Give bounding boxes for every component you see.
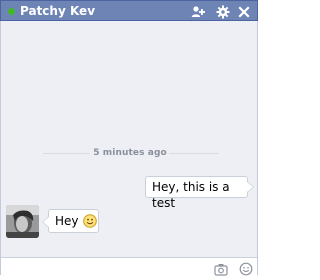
- message-text: Hey, this is a test: [152, 180, 230, 210]
- chat-window: Patchy Kev 5 minutes ago Hey, this is a …: [0, 0, 261, 276]
- smiley-icon: [82, 214, 97, 228]
- camera-icon[interactable]: [214, 261, 228, 276]
- message-timestamp: 5 minutes ago: [93, 148, 167, 158]
- message-input[interactable]: [5, 259, 209, 276]
- message-composer: [0, 257, 258, 276]
- timestamp-divider: 5 minutes ago: [43, 146, 221, 160]
- divider-line: [43, 153, 90, 154]
- conversation-area[interactable]: 5 minutes ago Hey, this is a test Hey: [0, 21, 258, 257]
- outgoing-message-bubble: Hey, this is a test: [145, 176, 254, 210]
- chat-title[interactable]: Patchy Kev: [20, 3, 95, 19]
- message-text: Hey: [55, 214, 79, 228]
- emoji-icon[interactable]: [239, 261, 253, 276]
- gear-icon[interactable]: [216, 4, 230, 19]
- incoming-message-bubble: Hey: [42, 209, 99, 233]
- avatar[interactable]: [6, 205, 39, 238]
- add-friends-icon[interactable]: [191, 4, 205, 18]
- online-status-icon: [8, 8, 15, 15]
- chat-header[interactable]: Patchy Kev: [0, 0, 258, 21]
- divider-line: [169, 153, 219, 154]
- close-icon[interactable]: [237, 4, 251, 18]
